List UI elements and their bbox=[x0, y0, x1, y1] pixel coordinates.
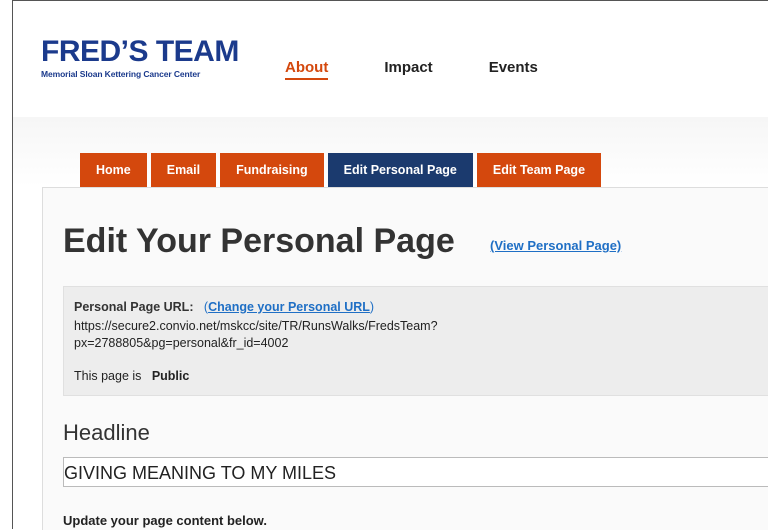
logo-subtitle: Memorial Sloan Kettering Cancer Center bbox=[41, 69, 201, 79]
page-visibility-status: This page is Public bbox=[74, 369, 189, 383]
site-header: FRED’S TEAM Memorial Sloan Kettering Can… bbox=[13, 1, 768, 117]
tab-email[interactable]: Email bbox=[150, 153, 217, 187]
status-value: Public bbox=[151, 369, 190, 383]
freds-team-logo[interactable]: FRED’S TEAM Memorial Sloan Kettering Can… bbox=[41, 35, 239, 80]
headline-input[interactable] bbox=[63, 457, 768, 487]
page-title: Edit Your Personal Page bbox=[63, 222, 455, 260]
tab-fundraising[interactable]: Fundraising bbox=[220, 153, 324, 187]
tab-edit-team-page[interactable]: Edit Team Page bbox=[476, 153, 602, 187]
nav-about[interactable]: About bbox=[285, 59, 329, 80]
view-personal-page-link[interactable]: (View Personal Page) bbox=[490, 238, 621, 253]
tab-bar: Home Email Fundraising Edit Personal Pag… bbox=[80, 153, 605, 187]
logo-title: FRED’S TEAM bbox=[41, 35, 239, 68]
nav-impact[interactable]: Impact bbox=[384, 59, 432, 80]
personal-url: https://secure2.convio.net/mskcc/site/TR… bbox=[74, 319, 438, 350]
status-prefix: This page is bbox=[74, 369, 149, 383]
nav-events[interactable]: Events bbox=[489, 59, 538, 80]
browser-frame: FRED’S TEAM Memorial Sloan Kettering Can… bbox=[12, 0, 768, 530]
url-label: Personal Page URL: bbox=[74, 300, 194, 314]
tab-edit-personal-page[interactable]: Edit Personal Page bbox=[327, 153, 473, 187]
tab-home[interactable]: Home bbox=[80, 153, 147, 187]
update-content-label: Update your page content below. bbox=[63, 513, 267, 528]
url-header: Personal Page URL: (Change your Personal… bbox=[74, 300, 375, 314]
main-nav: About Impact Events bbox=[285, 59, 594, 80]
headline-label: Headline bbox=[63, 420, 150, 445]
personal-url-box: Personal Page URL: (Change your Personal… bbox=[63, 286, 768, 396]
change-url-link[interactable]: Change your Personal URL bbox=[208, 300, 370, 314]
content-panel: Edit Your Personal Page (View Personal P… bbox=[42, 187, 768, 530]
